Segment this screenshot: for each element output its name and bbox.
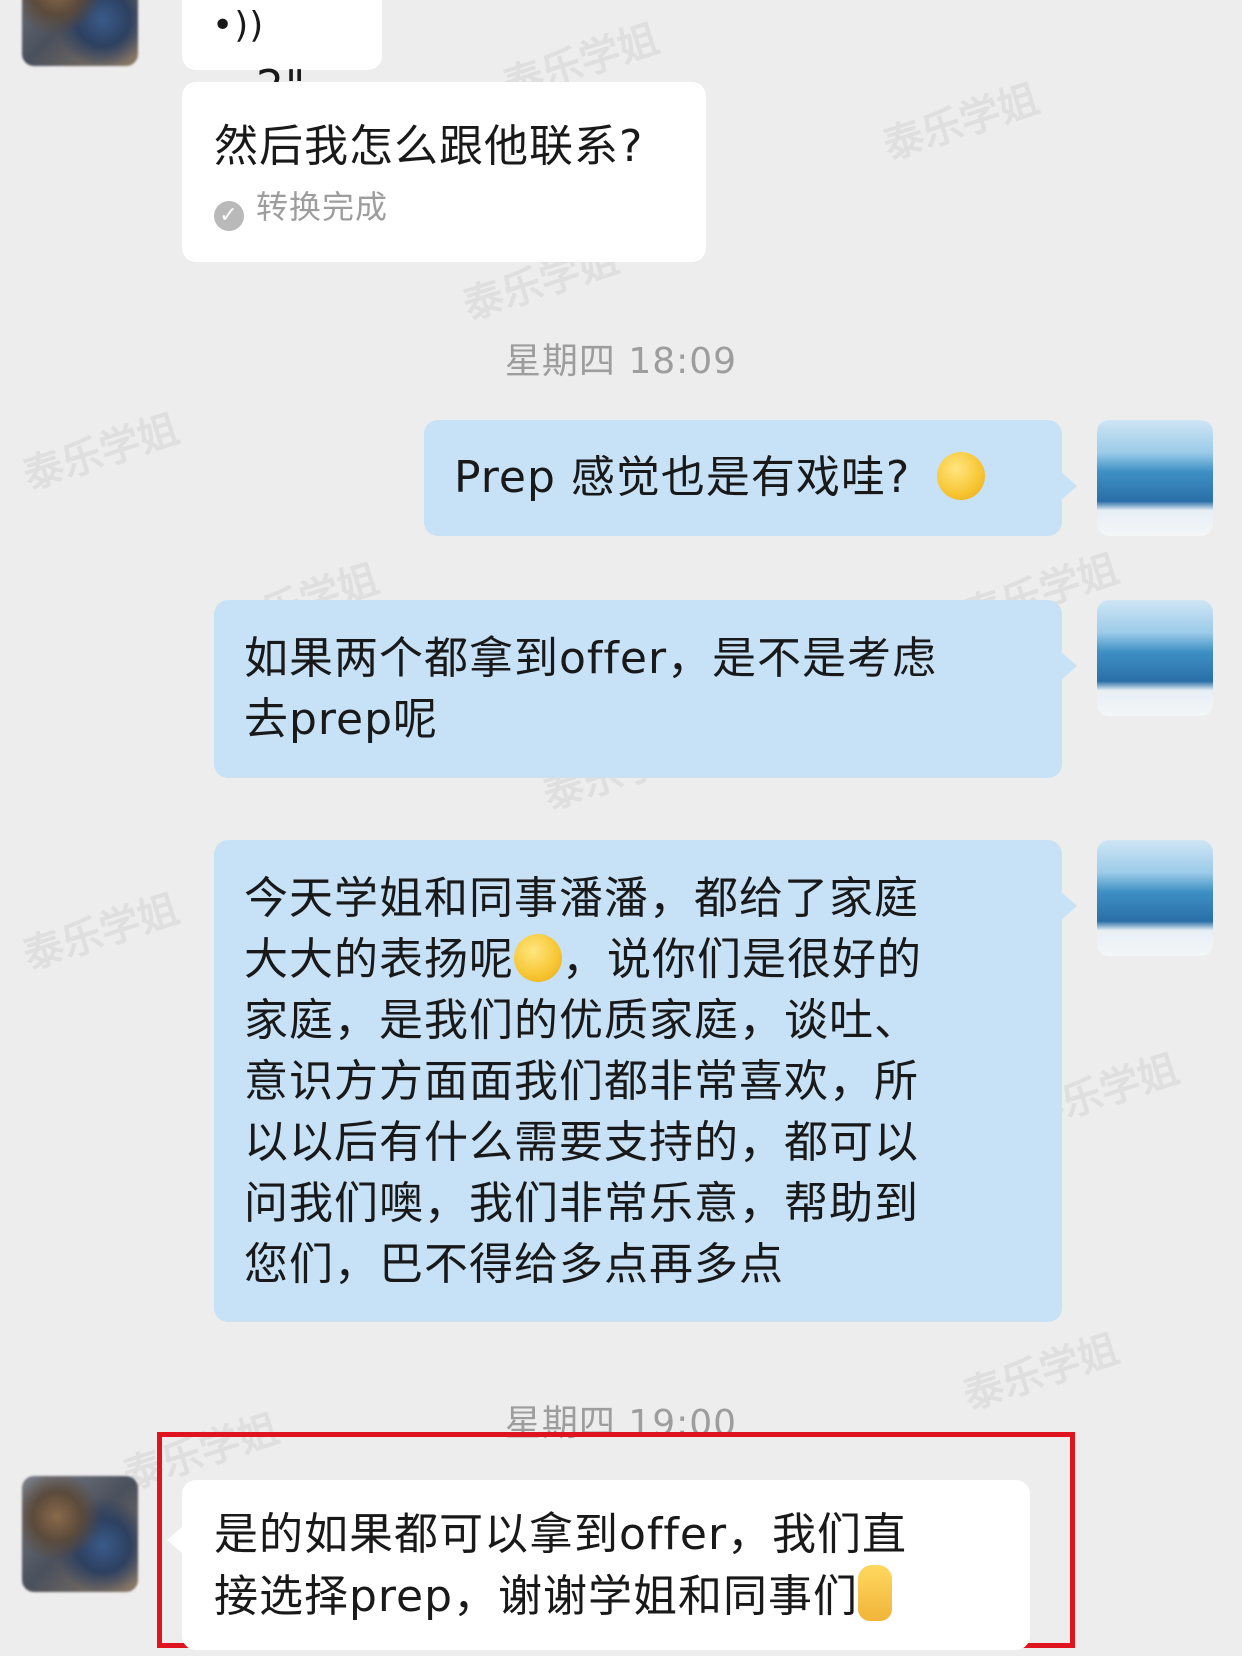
voice-message-bubble[interactable]: •)) 2" (182, 0, 382, 112)
message-line: 去prep呢 (244, 694, 439, 745)
thinking-face-emoji-icon (937, 452, 986, 500)
message-bubble[interactable]: 如果两个都拿到offer，是不是考虑 去prep呢 (214, 600, 1077, 778)
message-line: 是的如果都可以拿到offer，我们直 (214, 1509, 908, 1560)
message-line: 接选择prep，谢谢学姐和同事们 (214, 1565, 998, 1627)
message-line: 家庭，是我们的优质家庭，谈吐、 (244, 995, 919, 1046)
transcription-text: 然后我怎么跟他联系? (214, 121, 644, 172)
contact-avatar[interactable] (22, 0, 138, 66)
message-fragment: ，说你们是很好的 (562, 934, 922, 985)
message-line: 以以后有什么需要支持的，都可以 (244, 1117, 919, 1168)
transcription-status: 转换完成 (256, 188, 389, 226)
message-fragment: 接选择prep，谢谢学姐和同事们 (214, 1571, 859, 1622)
watermark: 泰乐学姐 (18, 406, 185, 500)
grinning-face-emoji-icon (514, 934, 562, 982)
message-line: 今天学姐和同事潘潘，都给了家庭 (244, 873, 919, 924)
check-circle-icon: ✓ (214, 201, 244, 231)
message-line: 如果两个都拿到offer，是不是考虑 (244, 633, 938, 684)
reply-message-bubble[interactable]: 是的如果都可以拿到offer，我们直 接选择prep，谢谢学姐和同事们 (167, 1480, 1030, 1650)
watermark: 泰乐学姐 (18, 886, 185, 980)
message-bubble[interactable]: Prep 感觉也是有戏哇? (424, 420, 1077, 536)
timestamp: 星期四 18:09 (504, 341, 738, 382)
transcription-status-row: ✓ 转换完成 (214, 183, 674, 231)
message-bubble[interactable]: 今天学姐和同事潘潘，都给了家庭 大大的表扬呢 ，说你们是很好的 家庭，是我们的优质… (214, 840, 1077, 1322)
message-fragment: 大大的表扬呢 (244, 934, 514, 985)
watermark: 泰乐学姐 (878, 76, 1045, 170)
transcription-bubble[interactable]: 然后我怎么跟他联系? ✓ 转换完成 (182, 82, 706, 262)
self-avatar[interactable] (1097, 600, 1213, 716)
voice-wave-icon: •)) (212, 5, 265, 46)
message-line: 您们，巴不得给多点再多点 (244, 1239, 784, 1290)
message-line: 意识方方面面我们都非常喜欢，所 (244, 1056, 919, 1107)
contact-avatar[interactable] (22, 1476, 138, 1592)
message-line: 问我们噢，我们非常乐意，帮助到 (244, 1178, 919, 1229)
self-avatar[interactable] (1097, 840, 1213, 956)
crossed-fingers-emoji-icon (858, 1565, 893, 1621)
self-avatar[interactable] (1097, 420, 1213, 536)
message-line: 大大的表扬呢 ，说你们是很好的 (244, 929, 1032, 990)
message-text: Prep 感觉也是有戏哇? (454, 452, 911, 503)
